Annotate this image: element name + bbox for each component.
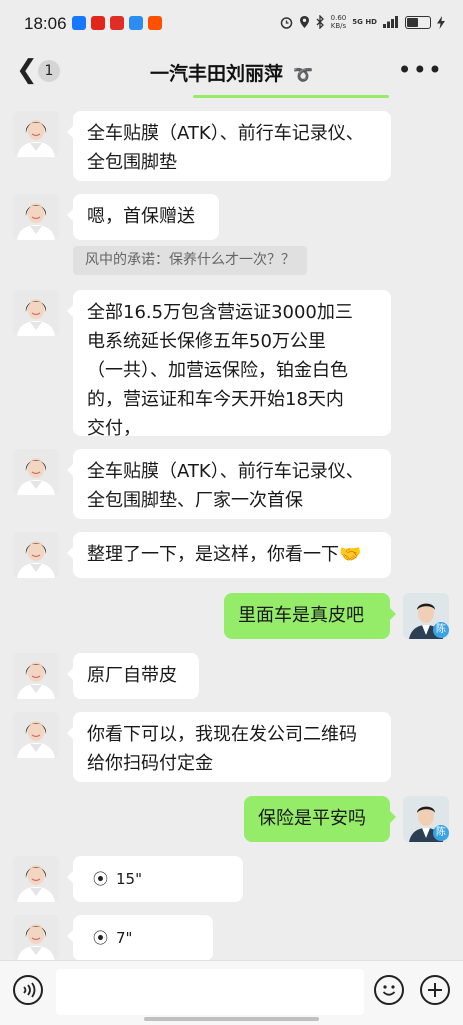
message-bubble-in[interactable]: 你看下可以，我现在发公司二维码 给你扫码付定金 (67, 712, 391, 782)
emoji-icon[interactable] (374, 975, 404, 1005)
message-text: 给你扫码付定金 (87, 753, 213, 774)
contact-avatar[interactable] (13, 653, 59, 699)
person-icon (13, 653, 59, 699)
message-text: 你看下可以，我现在发公司二维码 (87, 724, 357, 745)
network-type: 5G HD (352, 18, 377, 26)
message-bubble-in[interactable]: 全车贴膜（ATK）、前行车记录仪、 全包围脚垫 (67, 111, 391, 181)
quoted-reply[interactable]: 风中的承诺：保养什么才一次？？ (73, 246, 307, 275)
person-icon (13, 856, 59, 902)
contact-name: 一汽丰田刘丽萍 (150, 63, 284, 85)
person-icon (13, 532, 59, 578)
message-bubble-out[interactable]: 保险是平安吗 (244, 796, 396, 842)
location-icon (299, 16, 309, 28)
message-text: 全车贴膜（ATK）、前行车记录仪、 (87, 461, 364, 482)
voice-toggle-icon[interactable] (13, 975, 43, 1005)
self-avatar-badge: 陈 (433, 825, 449, 841)
message-text: 原厂自带皮 (87, 665, 177, 686)
plus-sign-icon (428, 983, 442, 997)
voice-wave-icon: ⦿ (93, 869, 109, 888)
notification-icons (72, 16, 162, 30)
system-indicators: 0.60 KB/s 5G HD (280, 14, 445, 30)
more-dots-icon[interactable]: ••• (398, 56, 443, 84)
battery-icon (405, 15, 431, 29)
plus-icon[interactable] (420, 975, 450, 1005)
ear-icon[interactable]: ➰ (293, 65, 313, 84)
chat-title: 一汽丰田刘丽萍 ➰ (0, 59, 463, 86)
contact-avatar[interactable] (13, 449, 59, 495)
contact-avatar[interactable] (13, 532, 59, 578)
home-indicator[interactable] (144, 1017, 319, 1021)
alarm-icon (280, 16, 292, 29)
network-speed: 0.60 KB/s (331, 14, 347, 30)
message-text: 交付， (87, 418, 141, 439)
voice-duration: 15" (116, 869, 143, 888)
person-icon (13, 111, 59, 157)
taobao-icon (148, 16, 162, 30)
person-icon (13, 449, 59, 495)
contact-avatar[interactable] (13, 111, 59, 157)
message-text: 整理了一下，是这样，你看一下 (87, 544, 339, 565)
message-text: 嗯，首保赠送 (87, 206, 195, 227)
bluetooth-icon (316, 15, 324, 29)
voice-message[interactable]: ⦿ 7" (67, 915, 213, 961)
message-text: 的，营运证和车今天开始18天内 (87, 389, 344, 410)
net-speed-unit: KB/s (330, 22, 347, 30)
message-bubble-in[interactable]: 全车贴膜（ATK）、前行车记录仪、 全包围脚垫、厂家一次首保 (67, 449, 391, 519)
clock: 18:06 (24, 14, 67, 33)
sound-waves-icon (23, 982, 36, 998)
message-bubble-in[interactable]: 整理了一下，是这样，你看一下🤝 (67, 532, 391, 578)
message-text: 全部16.5万包含营运证3000加三 (87, 302, 353, 323)
signal-icon (383, 16, 398, 28)
person-icon (13, 290, 59, 336)
contact-avatar[interactable] (13, 290, 59, 336)
smiley-icon (382, 985, 396, 996)
status-bar: 18:06 0.60 KB/s 5G HD (0, 0, 463, 48)
person-icon (13, 915, 59, 961)
voice-message[interactable]: ⦿ 15" (67, 856, 243, 902)
message-input[interactable] (56, 969, 364, 1015)
message-bubble-in[interactable]: 原厂自带皮 (67, 653, 199, 699)
contact-avatar[interactable] (13, 915, 59, 961)
contact-avatar[interactable] (13, 856, 59, 902)
person-icon (13, 194, 59, 240)
chat-header: ❮ 1 一汽丰田刘丽萍 ➰ ••• (0, 48, 463, 94)
voice-duration: 7" (116, 928, 133, 947)
message-text: 全包围脚垫、厂家一次首保 (87, 490, 303, 511)
previous-message-edge (193, 95, 389, 98)
message-text: 全包围脚垫 (87, 152, 177, 173)
person-icon (13, 712, 59, 758)
message-bubble-in[interactable]: 全部16.5万包含营运证3000加三 电系统延长保修五年50万公里 （一共）、加… (67, 290, 391, 439)
jd-icon (91, 16, 105, 30)
message-bubble-out[interactable]: 里面车是真皮吧 (224, 593, 396, 639)
contact-avatar[interactable] (13, 712, 59, 758)
pinduoduo-icon (110, 16, 124, 30)
charging-icon (437, 15, 445, 29)
message-text: 里面车是真皮吧 (238, 605, 364, 626)
message-bubble-in[interactable]: 嗯，首保赠送 (67, 194, 219, 240)
message-text: 电系统延长保修五年50万公里 (87, 331, 326, 352)
input-bar (0, 960, 463, 1025)
cloud-icon (129, 16, 143, 30)
message-text: 全车贴膜（ATK）、前行车记录仪、 (87, 123, 364, 144)
alipay-icon (72, 16, 86, 30)
contact-avatar[interactable] (13, 194, 59, 240)
self-avatar-badge: 陈 (433, 622, 449, 638)
voice-wave-icon: ⦿ (93, 928, 109, 947)
message-text: （一共）、加营运保险，铂金白色 (87, 360, 348, 381)
handshake-emoji: 🤝 (339, 544, 362, 565)
net-speed-value: 0.60 (330, 14, 347, 22)
message-text: 保险是平安吗 (258, 808, 366, 829)
